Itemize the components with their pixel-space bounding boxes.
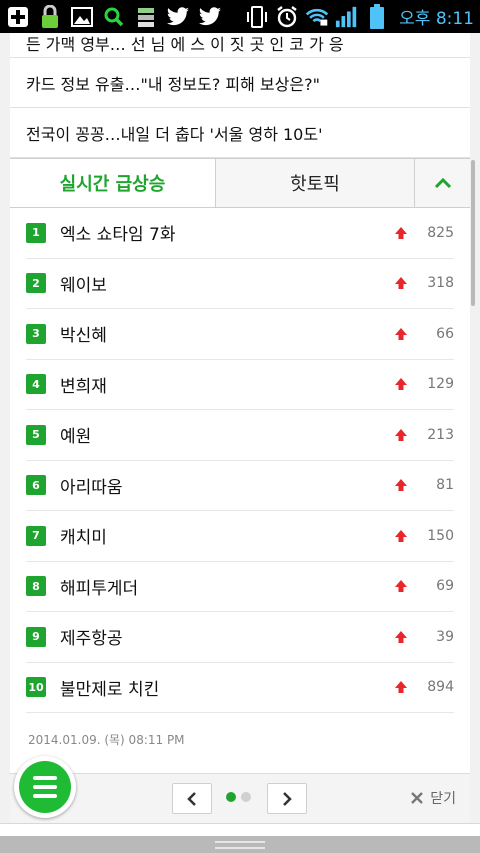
ranking-keyword: 엑소 쇼타임 7화 — [60, 225, 176, 246]
page-dot-active — [226, 792, 236, 802]
close-label: 닫기 — [430, 791, 456, 807]
vibrate-icon — [245, 5, 269, 29]
rank-number-badge: 8 — [26, 576, 46, 597]
menu-icon — [19, 761, 71, 813]
ranking-row[interactable]: 8 해피투게더 69 — [26, 562, 454, 612]
ranking-keyword: 불만제로 치킨 — [60, 679, 160, 700]
ranking-score: 39 — [436, 628, 454, 645]
twitter-icon — [198, 5, 222, 29]
rank-number-badge: 5 — [26, 424, 46, 445]
ranking-row[interactable]: 9 제주항공 39 — [26, 612, 454, 663]
arrow-up-icon — [394, 377, 408, 391]
ranking-keyword: 예원 — [60, 427, 92, 448]
rank-number-badge: 6 — [26, 475, 46, 496]
ranking-keyword: 변희재 — [60, 376, 107, 397]
status-bar: 오후 8:11 — [0, 0, 480, 33]
ranking-keyword: 박신혜 — [60, 326, 107, 347]
arrow-up-icon — [394, 327, 408, 341]
arrow-up-icon — [394, 529, 408, 543]
ranking-score: 81 — [436, 477, 454, 494]
chevron-up-icon — [434, 177, 451, 189]
arrow-up-icon — [394, 579, 408, 593]
tab-bar: 실시간 급상승 핫토픽 — [10, 158, 470, 208]
stack-icon — [134, 5, 158, 29]
scrollbar[interactable] — [471, 160, 475, 306]
ranking-list: 1 엑소 쇼타임 7화 825 2 웨이보 318 3 박신혜 66 4 변희재… — [10, 208, 470, 713]
twitter-icon — [166, 5, 190, 29]
menu-fab-button[interactable] — [14, 756, 76, 818]
close-button[interactable]: 닫기 — [410, 788, 456, 808]
ranking-keyword: 캐치미 — [60, 528, 107, 549]
rank-number-badge: 7 — [26, 525, 46, 546]
search-icon — [102, 5, 126, 29]
chevron-right-icon — [283, 791, 292, 806]
ranking-score: 69 — [436, 578, 454, 595]
battery-icon — [365, 3, 389, 29]
news-panel: 든 가맥 영부… 선 님 에 스 이 짓 곳 인 코 가 응 카드 정보 유출…… — [10, 33, 470, 823]
ranking-row[interactable]: 5 예원 213 — [26, 410, 454, 461]
arrow-up-icon — [394, 428, 408, 442]
ranking-row[interactable]: 6 아리따움 81 — [26, 461, 454, 511]
news-item-partial[interactable]: 든 가맥 영부… 선 님 에 스 이 짓 곳 인 코 가 응 — [10, 33, 470, 58]
arrow-up-icon — [394, 478, 408, 492]
signal-icon — [335, 5, 359, 29]
close-icon — [411, 792, 424, 804]
ranking-row[interactable]: 2 웨이보 318 — [26, 259, 454, 309]
image-icon — [70, 5, 94, 29]
tab-realtime[interactable]: 실시간 급상승 — [10, 159, 215, 207]
lock-icon — [38, 4, 62, 29]
collapse-button[interactable] — [415, 159, 470, 207]
drawer-handle[interactable] — [0, 836, 480, 853]
ranking-score: 318 — [427, 275, 454, 292]
page-indicator — [226, 792, 251, 802]
ranking-score: 66 — [436, 325, 454, 342]
ranking-row[interactable]: 7 캐치미 150 — [26, 511, 454, 562]
ranking-score: 894 — [427, 679, 454, 696]
plus-icon — [6, 5, 30, 29]
next-page-button[interactable] — [267, 783, 307, 814]
rank-number-badge: 1 — [26, 222, 46, 243]
rank-number-badge: 3 — [26, 323, 46, 344]
bottom-strip — [0, 823, 480, 836]
news-item[interactable]: 카드 정보 유출…"내 정보도? 피해 보상은?" — [10, 58, 470, 108]
drag-handle-icon — [215, 840, 265, 849]
ranking-score: 129 — [427, 376, 454, 393]
ranking-keyword: 웨이보 — [60, 275, 107, 296]
page-dot — [241, 792, 251, 802]
ranking-row[interactable]: 4 변희재 129 — [26, 360, 454, 410]
updated-timestamp: 2014.01.09. (목) 08:11 PM — [28, 733, 185, 747]
clock: 오후 8:11 — [399, 9, 474, 29]
rank-number-badge: 4 — [26, 374, 46, 395]
news-item[interactable]: 전국이 꽁꽁…내일 더 춥다 '서울 영하 10도' — [10, 108, 470, 158]
arrow-up-icon — [394, 680, 408, 694]
rank-number-badge: 2 — [26, 273, 46, 294]
alarm-icon — [275, 5, 299, 29]
ranking-score: 213 — [427, 426, 454, 443]
ranking-score: 825 — [427, 224, 454, 241]
tab-hot-topic[interactable]: 핫토픽 — [215, 159, 415, 207]
ranking-keyword: 아리따움 — [60, 477, 123, 498]
ranking-score: 150 — [427, 527, 454, 544]
arrow-up-icon — [394, 630, 408, 644]
ranking-row[interactable]: 1 엑소 쇼타임 7화 825 — [26, 208, 454, 259]
ranking-row[interactable]: 3 박신혜 66 — [26, 309, 454, 360]
wifi-icon — [305, 5, 329, 29]
chevron-left-icon — [187, 791, 196, 806]
ranking-keyword: 해피투게더 — [60, 578, 139, 599]
arrow-up-icon — [394, 276, 408, 290]
ranking-row[interactable]: 10 불만제로 치킨 894 — [26, 663, 454, 713]
pager-bar: 닫기 — [10, 773, 470, 823]
rank-number-badge: 9 — [26, 626, 46, 647]
prev-page-button[interactable] — [172, 783, 212, 814]
rank-number-badge: 10 — [26, 677, 46, 698]
arrow-up-icon — [394, 226, 408, 240]
ranking-keyword: 제주항공 — [60, 629, 123, 650]
